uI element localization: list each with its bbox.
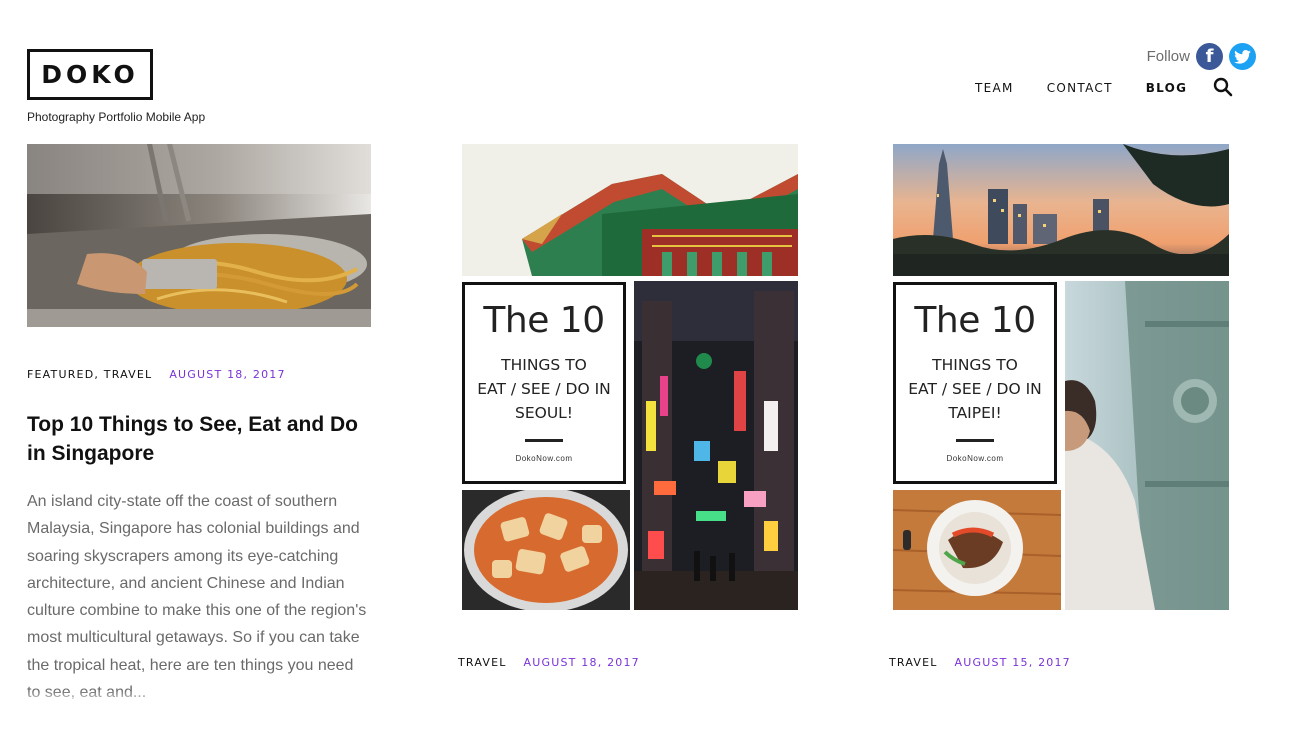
post-date[interactable]: AUGUST 18, 2017 [169,368,285,381]
collage-divider [525,439,563,442]
collage-line-2: EAT / SEE / DO IN [477,380,611,398]
site-tagline: Photography Portfolio Mobile App [27,110,206,124]
post-card-seoul: The 10 THINGS TO EAT / SEE / DO IN SEOUL… [458,144,798,669]
post-image-seoul[interactable]: The 10 THINGS TO EAT / SEE / DO IN SEOUL… [458,144,798,610]
nav-team[interactable]: TEAM [975,81,1014,95]
collage-line-3: SEOUL! [514,404,574,422]
taipei-noodle-bowl-photo [893,490,1061,610]
twitter-icon[interactable] [1229,43,1256,70]
collage-lines: THINGS TO EAT / SEE / DO IN SEOUL! [465,353,623,425]
post-card-singapore: FEATURED, TRAVEL AUGUST 18, 2017 Top 10 … [27,144,371,706]
twitter-bird-icon [1234,49,1251,64]
collage-title-box: The 10 THINGS TO EAT / SEE / DO IN TAIPE… [893,282,1057,484]
site-logo[interactable]: DOKO [27,49,153,100]
nav-blog[interactable]: BLOG [1146,81,1188,95]
collage-heading: The 10 [914,300,1036,341]
post-categories[interactable]: FEATURED, TRAVEL [27,368,152,381]
collage-lines: THINGS TO EAT / SEE / DO IN TAIPEI! [896,353,1054,425]
facebook-glyph: f [1205,46,1214,67]
collage-site: DokoNow.com [515,454,573,463]
post-categories[interactable]: TRAVEL [889,656,938,669]
collage-title-box: The 10 THINGS TO EAT / SEE / DO IN SEOUL… [462,282,626,484]
taipei-101-photo [1065,281,1229,610]
post-categories[interactable]: TRAVEL [458,656,507,669]
post-date[interactable]: AUGUST 15, 2017 [955,656,1071,669]
collage-line-1: THINGS TO [932,356,1018,374]
post-card-taipei: The 10 THINGS TO EAT / SEE / DO IN TAIPE… [889,144,1229,669]
seoul-kimchi-photo [462,490,630,610]
post-image-singapore[interactable] [27,144,371,327]
social-follow: Follow f [1147,43,1256,70]
singapore-noodles-photo [27,144,371,327]
taipei-skyline-photo [893,144,1229,276]
post-meta: FEATURED, TRAVEL AUGUST 18, 2017 [27,368,371,381]
seoul-palace-photo [462,144,798,276]
collage-heading: The 10 [483,300,605,341]
facebook-icon[interactable]: f [1196,43,1223,70]
collage-divider [956,439,994,442]
search-icon[interactable] [1213,77,1233,97]
post-date[interactable]: AUGUST 18, 2017 [524,656,640,669]
main-nav: TEAM CONTACT BLOG [975,81,1220,95]
nav-contact[interactable]: CONTACT [1047,81,1113,95]
post-excerpt: An island city-state off the coast of so… [27,493,367,701]
post-title[interactable]: Top 10 Things to See, Eat and Do in Sing… [27,410,371,468]
collage-site: DokoNow.com [946,454,1004,463]
seoul-street-photo [634,281,798,610]
collage-line-2: EAT / SEE / DO IN [908,380,1042,398]
bottom-fade-overlay [0,690,1314,754]
post-meta: TRAVEL AUGUST 15, 2017 [889,656,1071,669]
collage-line-1: THINGS TO [501,356,587,374]
post-image-taipei[interactable]: The 10 THINGS TO EAT / SEE / DO IN TAIPE… [889,144,1229,610]
post-meta: TRAVEL AUGUST 18, 2017 [458,656,640,669]
collage-line-3: TAIPEI! [948,404,1002,422]
follow-label: Follow [1146,48,1190,65]
